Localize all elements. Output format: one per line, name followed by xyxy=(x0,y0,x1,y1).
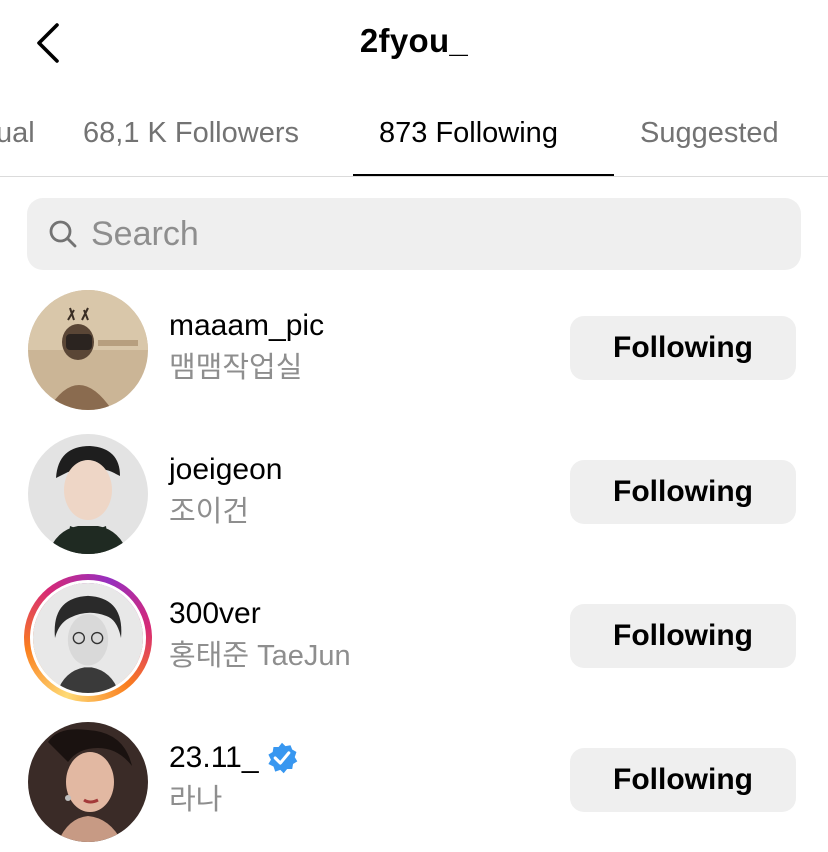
full-name: 홍태준 TaeJun xyxy=(169,640,351,672)
list-item[interactable]: 300ver 홍태준 TaeJun Following xyxy=(0,574,828,722)
avatar-image xyxy=(33,583,143,693)
story-ring-avatar[interactable] xyxy=(24,574,152,702)
tab-mutual[interactable]: ual xyxy=(0,100,35,166)
avatar[interactable] xyxy=(28,722,148,842)
following-button[interactable]: Following xyxy=(570,748,796,812)
username[interactable]: 23.11_ xyxy=(169,740,259,776)
full-name: 맴맴작업실 xyxy=(169,352,303,384)
following-button[interactable]: Following xyxy=(570,316,796,380)
list-item[interactable]: maaam_pic 맴맴작업실 Following xyxy=(0,290,828,434)
tab-bar: ual 68,1 K Followers 873 Following Sugge… xyxy=(0,100,828,177)
username[interactable]: 300ver xyxy=(169,596,351,632)
avatar-image xyxy=(28,722,148,842)
username-with-badge[interactable]: 23.11_ xyxy=(169,740,299,776)
verified-badge-icon xyxy=(267,742,297,774)
username[interactable]: joeigeon xyxy=(169,452,282,488)
avatar[interactable] xyxy=(28,434,148,554)
avatar[interactable] xyxy=(28,290,148,410)
tab-following[interactable]: 873 Following xyxy=(379,100,558,166)
search-input[interactable] xyxy=(91,204,771,264)
following-button[interactable]: Following xyxy=(570,460,796,524)
full-name: 라나 xyxy=(169,784,223,816)
tab-followers[interactable]: 68,1 K Followers xyxy=(83,100,299,166)
search-icon xyxy=(49,220,77,248)
list-item[interactable]: 23.11_ 라나 Following xyxy=(0,722,828,852)
full-name: 조이건 xyxy=(169,496,250,528)
list-item[interactable]: joeigeon 조이건 Following xyxy=(0,434,828,578)
header: 2fyou_ xyxy=(0,0,828,92)
active-tab-indicator xyxy=(353,174,614,176)
username[interactable]: maaam_pic xyxy=(169,308,324,344)
avatar-image xyxy=(28,290,148,410)
following-button[interactable]: Following xyxy=(570,604,796,668)
following-list: maaam_pic 맴맴작업실 Following joeigeon 조이건 F… xyxy=(0,290,828,852)
page-title: 2fyou_ xyxy=(359,22,469,59)
search-bar[interactable] xyxy=(27,198,801,270)
avatar-image xyxy=(28,434,148,554)
app-screen: 2fyou_ ual 68,1 K Followers 873 Followin… xyxy=(0,0,828,852)
tab-suggested[interactable]: Suggested xyxy=(640,100,779,166)
